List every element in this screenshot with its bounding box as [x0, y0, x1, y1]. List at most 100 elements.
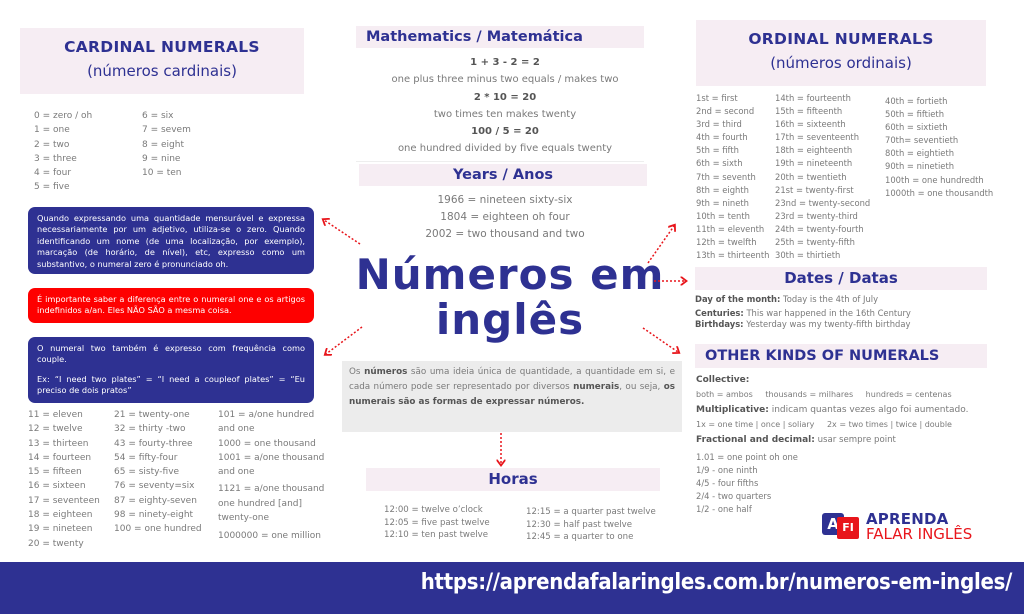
collective-items: both = ambos thousands = milhares hundre…: [696, 388, 1022, 402]
list-item: 20th = twentieth: [775, 171, 847, 182]
list-item: 17 = seventeen: [28, 495, 100, 506]
math-reading: two times ten makes twenty: [433, 108, 577, 120]
list-item: 2002 = two thousand and two: [425, 228, 585, 240]
list-item: 18th = eighteenth: [775, 145, 853, 156]
ordinal-list-14-30: 14th = fourteenth 15th = fifteenth 16th …: [775, 92, 870, 262]
list-item: 1 = one: [34, 125, 70, 136]
list-item: 1966 = nineteen sixty-six: [437, 194, 573, 206]
footer-url-link[interactable]: https://aprendafalaringles.com.br/numero…: [421, 570, 1013, 595]
list-item: 6th = sixth: [696, 158, 743, 169]
list-item: 10th = tenth: [696, 210, 750, 221]
list-item: 2 = two: [34, 139, 70, 150]
list-item: 87 = eighty-seven: [114, 495, 197, 506]
ordinal-subtitle: (números ordinais): [770, 54, 912, 72]
note-two: O numeral two também é expresso com freq…: [28, 337, 314, 403]
list-item: 0 = zero / oh: [34, 111, 93, 121]
list-item: 13th = thirteenth: [696, 250, 770, 261]
note-one: É importante saber a diferença entre o n…: [28, 288, 314, 323]
multiplicative-items: 1x = one time | once | soliary 2x = two …: [696, 418, 1022, 432]
list-item: 8th = eighth: [696, 184, 749, 195]
list-item: 100 = one hundred: [114, 524, 202, 535]
list-item: 15 = fifteen: [28, 467, 82, 478]
collective-label: Collective:: [696, 375, 750, 385]
list-item: 11th = eleventh: [696, 223, 765, 234]
date-label: Birthdays:: [695, 319, 744, 329]
list-item: 101 = a/one hundred and one: [218, 410, 315, 435]
cardinal-list-6-10: 6 = six 7 = sevem 8 = eight 9 = nine 10 …: [142, 109, 191, 180]
list-item: 4th = fourth: [696, 132, 748, 143]
list-item: 21st = twenty-first: [775, 184, 854, 195]
dates-list: Day of the month: Today is the 4th of Ju…: [695, 292, 1015, 331]
list-item: 7 = sevem: [142, 125, 191, 136]
note-two-text: O numeral two também é expresso com freq…: [37, 343, 305, 365]
note-zero: Quando expressando uma quantidade mensur…: [28, 207, 314, 274]
list-item: thousands = milhares: [765, 390, 854, 399]
list-item: 2/4 - two quarters: [696, 491, 772, 501]
list-item: 19th = nineteenth: [775, 158, 853, 169]
list-item: 1000th = one thousandth: [885, 187, 994, 198]
list-item: 23nd = twenty-second: [775, 197, 871, 208]
date-label: Day of the month:: [695, 294, 781, 304]
fractional-text: usar sempre point: [814, 435, 896, 445]
math-equation: 2 * 10 = 20: [473, 91, 537, 103]
list-item: 12th = twelfth: [696, 237, 757, 248]
definition-bold: numerais: [573, 382, 620, 392]
list-item: 7th = seventh: [696, 171, 756, 182]
years-list: 1966 = nineteen sixty-six 1804 = eightee…: [340, 192, 670, 243]
list-item: 98 = ninety-eight: [114, 510, 194, 521]
list-item: 13 = thirteen: [28, 438, 89, 449]
fractional-label: Fractional and decimal:: [696, 435, 815, 445]
list-item: 9th = nineth: [696, 197, 749, 208]
list-item: 1121 = a/one thousand one hundred [and] …: [218, 484, 325, 524]
dates-header: Dates / Datas: [695, 267, 987, 290]
list-item: 1/2 - one half: [696, 504, 752, 514]
list-item: 18 = eighteen: [28, 510, 93, 521]
list-item: 1st = first: [696, 93, 738, 103]
list-item: 16th = sixteenth: [775, 119, 846, 130]
list-item: 3rd = third: [696, 119, 742, 130]
multiplicative-text: indicam quantas vezes algo foi aumentado…: [768, 405, 969, 415]
list-item: 60th = sixtieth: [885, 122, 948, 133]
cardinal-subtitle: (números cardinais): [87, 62, 237, 80]
list-item: 23rd = twenty-third: [775, 210, 858, 221]
list-item: hundreds = centenas: [865, 390, 952, 399]
note-two-example: Ex: “I need two plates” = “I need a coup…: [37, 373, 305, 396]
fractional-row: Fractional and decimal: usar sempre poin…: [696, 432, 1022, 448]
definition-bold: números: [364, 367, 408, 377]
list-item: 25th = twenty-fifth: [775, 237, 855, 248]
list-item: 6 = six: [142, 111, 174, 121]
list-item: 8 = eight: [142, 139, 184, 150]
list-item: 12:30 = half past twelve: [526, 519, 633, 530]
definition-text: Os: [349, 367, 365, 377]
brand-logo[interactable]: A FI APRENDA FALAR INGLÊS: [822, 511, 992, 547]
list-item: 70th= seventieth: [885, 135, 959, 146]
list-item: 1000 = one thousand: [218, 438, 316, 449]
list-item: 1.01 = one point oh one: [696, 452, 798, 462]
list-item: Birthdays: Yesterday was my twenty-fifth…: [695, 317, 1015, 331]
list-item: 12:45 = a quarter to one: [526, 532, 634, 542]
list-item: 50th = fiftieth: [885, 109, 945, 120]
main-title-line2: inglês: [435, 295, 585, 344]
list-item: 14 = fourteen: [28, 452, 92, 463]
list-item: 16 = sixteen: [28, 481, 86, 492]
other-numerals-section: Collective: both = ambos thousands = mil…: [696, 372, 1022, 448]
math-header: Mathematics / Matemática: [356, 26, 644, 48]
list-item: 4/5 - four fifths: [696, 478, 759, 488]
list-item: 21 = twenty-one: [114, 410, 190, 420]
list-item: 2x = two times | twice | double: [826, 420, 952, 429]
multiplicative-label: Multiplicative:: [696, 405, 769, 415]
horas-list-b: 12:15 = a quarter past twelve 12:30 = ha…: [526, 506, 656, 544]
logo-text-line2: FALAR INGLÊS: [866, 525, 973, 543]
list-item: 3 = three: [34, 153, 77, 164]
math-equation: 100 / 5 = 20: [471, 126, 539, 138]
list-item: 40th = fortieth: [885, 96, 948, 106]
ordinal-header: ORDINAL NUMERALS (números ordinais): [696, 20, 986, 86]
list-item: 10 = ten: [142, 168, 182, 179]
ordinal-title: ORDINAL NUMERALS: [748, 30, 934, 48]
list-item: 12:00 = twelve o’clock: [384, 505, 483, 515]
horas-list-a: 12:00 = twelve o’clock 12:05 = five past…: [384, 504, 490, 542]
list-item: 14th = fourteenth: [775, 93, 851, 103]
math-equation: 1 + 3 - 2 = 2: [470, 57, 540, 68]
list-item: 12 = twelve: [28, 424, 83, 435]
list-item: 24th = twenty-fourth: [775, 223, 864, 234]
